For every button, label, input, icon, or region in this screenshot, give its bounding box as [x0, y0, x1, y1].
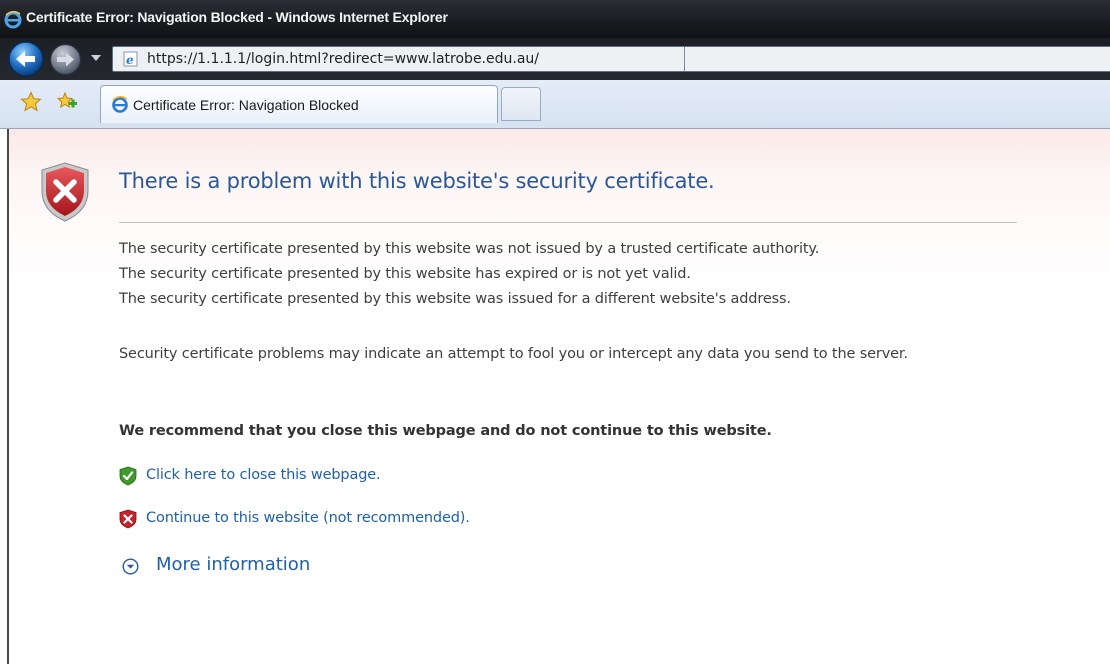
divider — [119, 222, 1017, 223]
forward-arrow-icon[interactable] — [49, 43, 82, 76]
reason-address-mismatch: The security certificate presented by th… — [119, 291, 791, 307]
chevron-down-icon[interactable] — [90, 53, 102, 63]
ie-icon — [112, 96, 128, 113]
window-title-bar: Certificate Error: Navigation Blocked - … — [0, 0, 1110, 38]
window-title: Certificate Error: Navigation Blocked - … — [26, 9, 448, 25]
navigation-bar: e — [0, 38, 1110, 80]
close-webpage-link[interactable]: Click here to close this webpage. — [146, 467, 381, 483]
tab-bar: Certificate Error: Navigation Blocked — [0, 80, 1110, 129]
tab-certificate-error[interactable]: Certificate Error: Navigation Blocked — [100, 85, 498, 123]
reason-expired: The security certificate presented by th… — [119, 266, 691, 282]
reason-untrusted-authority: The security certificate presented by th… — [119, 241, 820, 257]
continue-website-link[interactable]: Continue to this website (not recommende… — [146, 510, 470, 526]
warning-paragraph: Security certificate problems may indica… — [119, 346, 908, 362]
address-input[interactable] — [147, 49, 1047, 69]
svg-text:e: e — [126, 53, 134, 67]
star-icon[interactable] — [20, 91, 42, 113]
back-arrow-icon[interactable] — [7, 40, 45, 78]
address-separator — [684, 47, 685, 71]
ie-icon — [4, 11, 22, 29]
new-tab-button[interactable] — [501, 87, 541, 121]
expand-circle-icon — [122, 558, 139, 575]
more-information-link[interactable]: More information — [156, 554, 310, 575]
shield-check-icon — [119, 466, 137, 486]
page-content: There is a problem with this website's s… — [7, 129, 1110, 664]
ie-page-icon: e — [123, 51, 138, 67]
recommendation-text: We recommend that you close this webpage… — [119, 423, 772, 439]
shield-error-icon — [119, 509, 137, 529]
tab-label: Certificate Error: Navigation Blocked — [133, 97, 359, 113]
page-title: There is a problem with this website's s… — [119, 169, 715, 193]
add-favorite-icon[interactable] — [56, 91, 78, 113]
address-bar[interactable]: e — [112, 46, 1110, 72]
shield-error-icon — [41, 162, 89, 222]
